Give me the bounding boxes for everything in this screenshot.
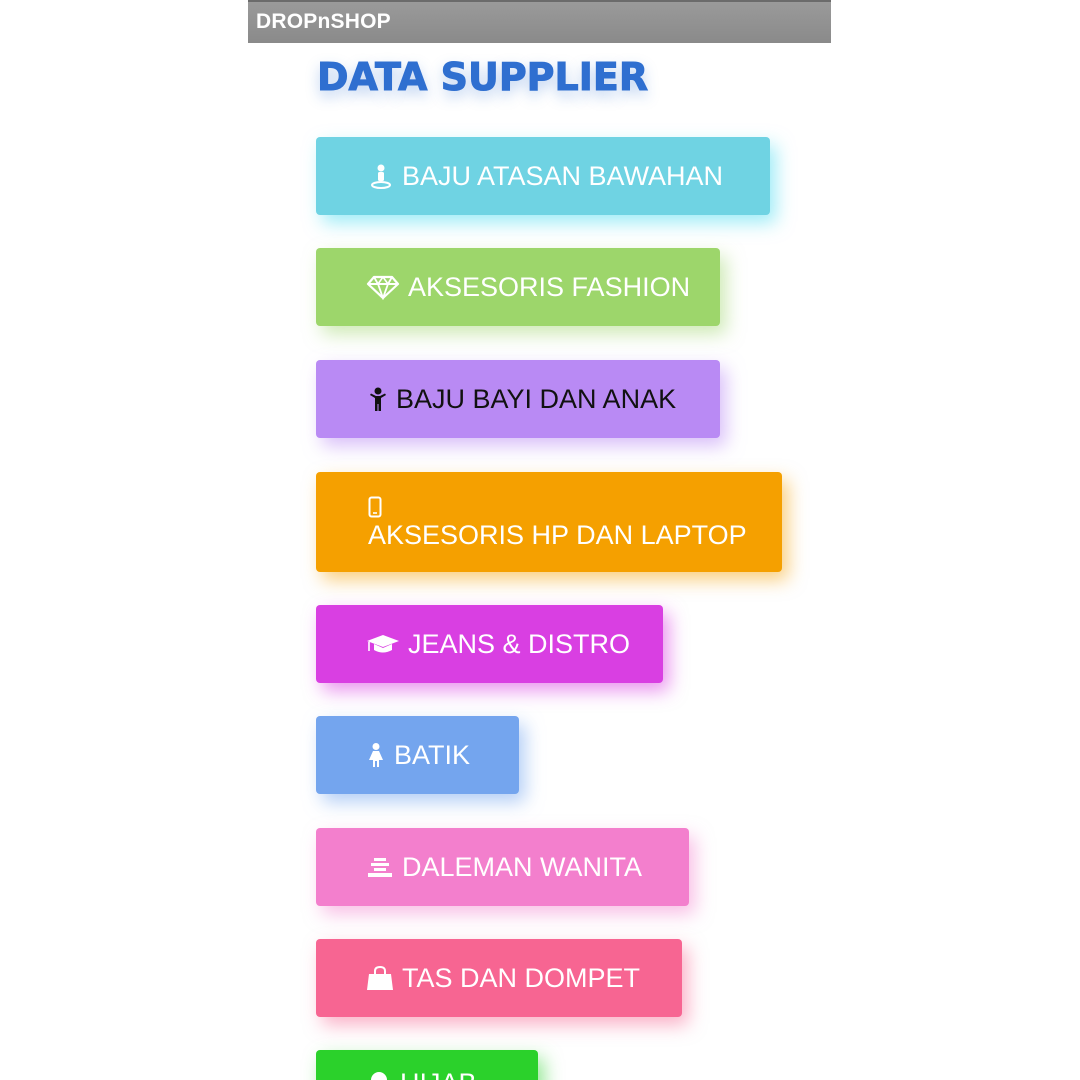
category-label: BATIK — [394, 739, 471, 770]
category-label: TAS DAN DOMPET — [402, 962, 641, 993]
category-button-aksesoris-hp-dan-laptop[interactable]: AKSESORIS HP DAN LAPTOP — [316, 472, 782, 572]
category-label: BAJU ATASAN BAWAHAN — [402, 160, 724, 191]
category-button-tas-dan-dompet[interactable]: TAS DAN DOMPET — [316, 939, 682, 1017]
category-label: HIJAB — [400, 1068, 477, 1080]
shopping-bag-icon — [366, 965, 394, 991]
phone-viewport: DROPnSHOP DATA SUPPLIER BAJU ATASAN BAWA… — [248, 0, 831, 1080]
screen: DROPnSHOP DATA SUPPLIER BAJU ATASAN BAWA… — [0, 0, 1080, 1080]
category-button-baju-atasan-bawahan[interactable]: BAJU ATASAN BAWAHAN — [316, 137, 770, 215]
person-pin-icon — [368, 163, 394, 189]
hijab-icon — [366, 1068, 392, 1080]
category-label: DALEMAN WANITA — [402, 851, 643, 882]
diamond-icon — [366, 274, 400, 301]
category-label: AKSESORIS FASHION — [408, 271, 691, 302]
child-icon — [368, 386, 388, 412]
woman-icon — [366, 742, 386, 768]
category-button-hijab[interactable]: HIJAB — [316, 1050, 538, 1080]
category-button-aksesoris-fashion[interactable]: AKSESORIS FASHION — [316, 248, 720, 326]
page-title: DATA SUPPLIER — [316, 55, 649, 100]
graduation-cap-icon — [366, 631, 400, 657]
app-title: DROPnSHOP — [256, 10, 391, 33]
category-label: JEANS & DISTRO — [408, 628, 631, 659]
mobile-phone-icon — [368, 494, 382, 517]
category-label: BAJU BAYI DAN ANAK — [396, 383, 677, 414]
category-button-batik[interactable]: BATIK — [316, 716, 519, 794]
category-button-baju-bayi-dan-anak[interactable]: BAJU BAYI DAN ANAK — [316, 360, 720, 438]
stack-icon — [366, 854, 394, 880]
category-label: AKSESORIS HP DAN LAPTOP — [368, 519, 747, 550]
app-bar: DROPnSHOP — [248, 0, 831, 43]
category-button-daleman-wanita[interactable]: DALEMAN WANITA — [316, 828, 689, 906]
category-button-jeans-distro[interactable]: JEANS & DISTRO — [316, 605, 663, 683]
